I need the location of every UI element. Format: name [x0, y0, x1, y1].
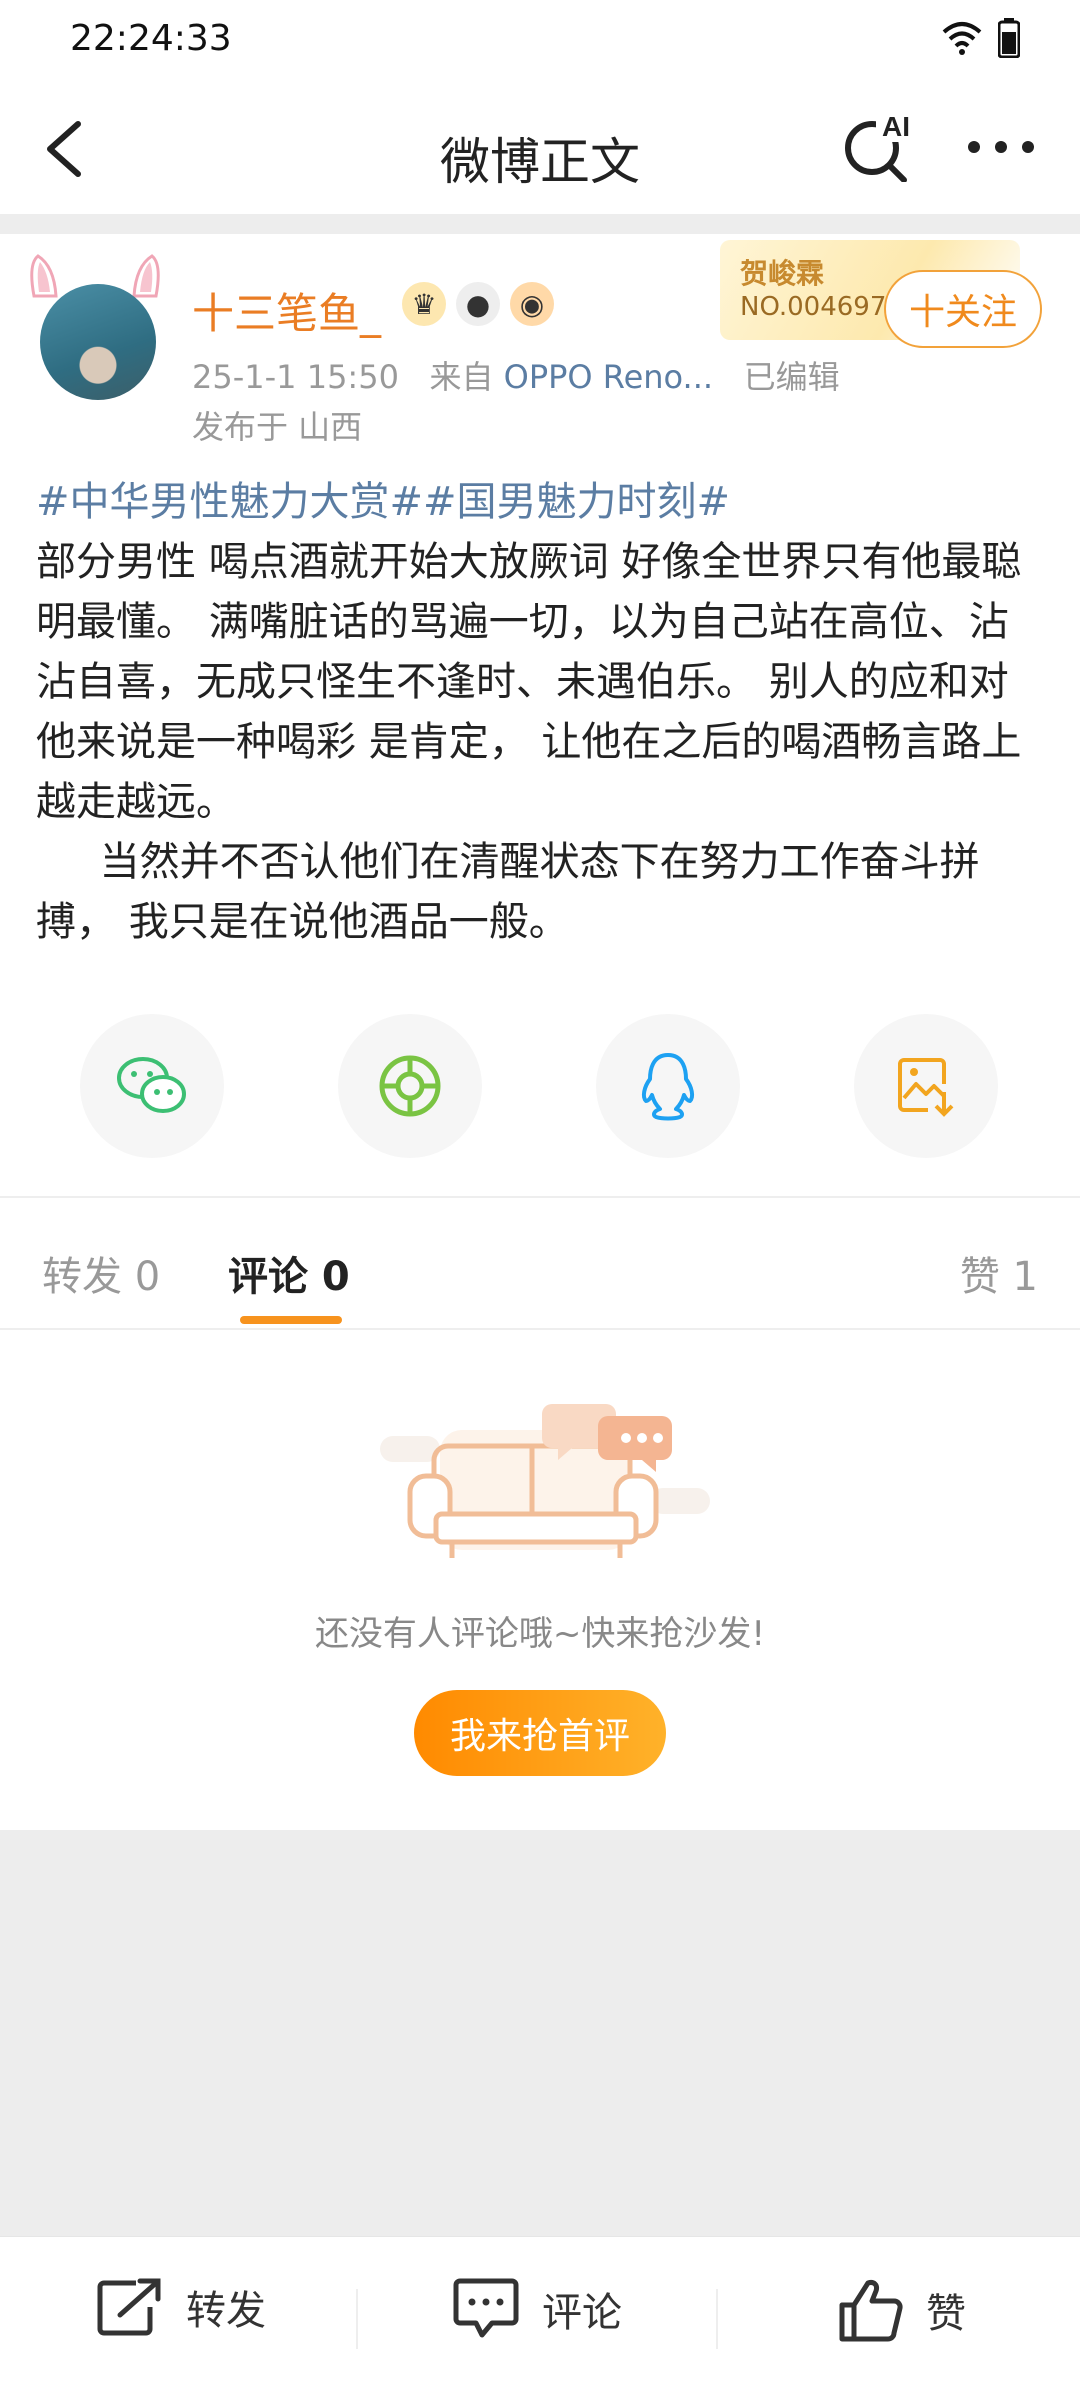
- wechat-icon: [117, 1057, 186, 1113]
- qq-icon: [641, 1053, 695, 1121]
- page-title: 微博正文: [440, 133, 640, 191]
- tab-comment[interactable]: 评论 0: [228, 1244, 350, 1302]
- ai-label: AI: [882, 111, 910, 142]
- like-button[interactable]: 赞: [838, 2277, 966, 2343]
- divider: [716, 2289, 718, 2349]
- post-card: 十三笔鱼_ ♛ ● ◉ 贺峻霖 NO.004697 十关注 25-1-1 15:…: [0, 234, 1080, 1196]
- fish-badge-icon: ◉: [510, 282, 554, 326]
- follow-button[interactable]: 十关注: [884, 270, 1042, 348]
- fan-card-name: 贺峻霖: [740, 257, 825, 290]
- repost-icon: [97, 2278, 161, 2336]
- post-date: 25-1-1 15:50: [192, 358, 399, 396]
- share-save-image[interactable]: [854, 1014, 998, 1158]
- wifi-icon: [942, 22, 982, 55]
- bottom-action-bar: 转发 评论 赞: [0, 2236, 1080, 2401]
- comment-label: 评论: [542, 2290, 622, 2336]
- fan-card-number: NO.004697: [740, 292, 887, 322]
- empty-message: 还没有人评论哦~快来抢沙发!: [314, 1614, 766, 1654]
- status-time: 22:24:33: [70, 18, 232, 59]
- tab-repost[interactable]: 转发 0: [42, 1244, 160, 1302]
- battery-icon: [998, 18, 1020, 58]
- empty-comments: 还没有人评论哦~快来抢沙发! 我来抢首评: [0, 1330, 1080, 1830]
- comment-tabs: 转发 0 评论 0 赞 1: [0, 1196, 1080, 1330]
- source-prefix: 来自: [429, 358, 494, 396]
- avatar[interactable]: [40, 284, 156, 400]
- comment-icon: [453, 2278, 519, 2338]
- save-image-icon: [898, 1058, 954, 1117]
- share-wechat[interactable]: [80, 1014, 224, 1158]
- share-row: [0, 1014, 1080, 1164]
- post-body: 部分男性 喝点酒就开始大放厥词 好像全世界只有他最聪明最懂。 满嘴脏话的骂遍一切…: [36, 539, 1022, 945]
- comment-button[interactable]: 评论: [452, 2277, 622, 2341]
- hashtag-link[interactable]: #中华男性魅力大赏##国男魅力时刻#: [36, 479, 730, 525]
- thumbs-up-icon: [839, 2280, 903, 2342]
- repost-button[interactable]: 转发: [96, 2277, 266, 2337]
- tab-indicator: [240, 1316, 342, 1324]
- panda-badge-icon: ●: [456, 282, 500, 326]
- status-bar: 22:24:33: [0, 0, 1080, 84]
- post-content: #中华男性魅力大赏##国男魅力时刻# 部分男性 喝点酒就开始大放厥词 好像全世界…: [36, 472, 1046, 952]
- like-label: 赞: [926, 2291, 966, 2337]
- more-icon[interactable]: [966, 132, 1036, 162]
- post-location: 发布于 山西: [192, 408, 363, 446]
- moments-icon: [379, 1055, 441, 1117]
- repost-label: 转发: [186, 2288, 266, 2334]
- ai-search-icon[interactable]: AI: [842, 108, 916, 182]
- crown-badge-icon: ♛: [402, 282, 446, 326]
- post-meta: 25-1-1 15:50 来自 OPPO Reno... 已编辑: [192, 352, 840, 398]
- tab-like[interactable]: 赞 1: [960, 1244, 1038, 1302]
- username[interactable]: 十三笔鱼_: [192, 280, 381, 341]
- first-comment-button[interactable]: 我来抢首评: [414, 1690, 666, 1776]
- system-icons: [942, 18, 1020, 58]
- bunny-ear-icon: [30, 254, 58, 298]
- avatar-wrap[interactable]: [28, 254, 168, 404]
- share-qq[interactable]: [596, 1014, 740, 1158]
- divider: [356, 2289, 358, 2349]
- sofa-illustration-icon: [380, 1404, 710, 1558]
- share-moments[interactable]: [338, 1014, 482, 1158]
- bunny-ear-icon: [132, 254, 160, 298]
- post-source[interactable]: OPPO Reno...: [504, 358, 713, 396]
- edited-label: 已编辑: [743, 358, 840, 396]
- nav-bar: 微博正文 AI: [0, 84, 1080, 214]
- user-badges: ♛ ● ◉: [402, 282, 554, 326]
